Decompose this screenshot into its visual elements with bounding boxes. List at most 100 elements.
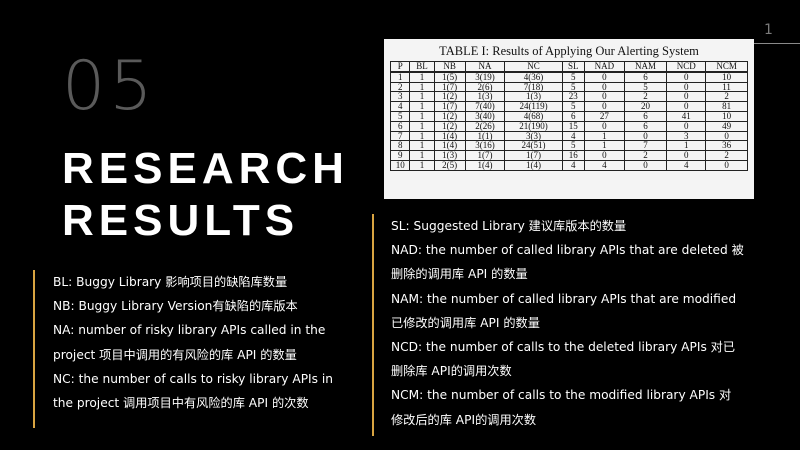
table-cell: 15 xyxy=(561,120,585,132)
table-cell: 16 xyxy=(561,150,585,161)
legend-line: BL: Buggy Library 影响项目的缺陷库数量 xyxy=(53,275,288,289)
table-cell: 49 xyxy=(705,120,748,132)
table-cell: 6 xyxy=(623,110,668,122)
legend-line: 已修改的调用库 API 的数量 xyxy=(391,315,540,330)
legend-line: 删除库 API的调用次数 xyxy=(391,364,512,379)
legend-line: project 项目中调用的有风险的库 API 的数量 xyxy=(53,347,297,362)
table-cell: 5 xyxy=(561,101,585,112)
table-cell: 2 xyxy=(623,150,668,161)
legend-line: the project 调用项目中有风险的库 API 的次数 xyxy=(53,396,309,411)
table-cell: 10 xyxy=(705,71,748,83)
table-cell: 20 xyxy=(623,101,668,112)
table-caption: TABLE I: Results of Applying Our Alertin… xyxy=(439,44,699,58)
table-row: 1 1 1(5) 3(19) 4(36) 5 0 6 0 10 xyxy=(389,71,748,83)
table-row: 6 1 1(2) 2(26) 21(190) 15 0 6 0 49 xyxy=(389,120,748,132)
table-header-cell: NCD xyxy=(666,60,707,73)
legend-right: SL: Suggested Library 建议库版本的数量 NAD: the n… xyxy=(372,214,772,436)
table-cell: 1 xyxy=(409,71,435,83)
table-row: 9 1 1(3) 1(7) 1(7) 16 0 2 0 2 xyxy=(389,150,748,161)
table-cell: 4 xyxy=(389,101,411,112)
table-row: 10 1 2(5) 1(4) 1(4) 4 4 0 4 0 xyxy=(389,159,748,171)
table-cell: 1 xyxy=(389,71,411,83)
table-cell: 0 xyxy=(583,71,625,83)
legend-line: 删除的调用库 API 的数量 xyxy=(391,267,528,282)
table-cell: 1 xyxy=(409,110,435,122)
table-cell: 1(3) xyxy=(433,150,466,161)
legend-line: NCD: the number of calls to the deleted … xyxy=(391,340,736,355)
table-cell: 5 xyxy=(389,110,411,122)
results-table: P BL NB NA NC SL NAD NAM NCD NCM 1 1 1(5) 3(19) 4(36)… xyxy=(389,60,748,171)
table-cell: 0 xyxy=(666,150,707,161)
table-cell: 4 xyxy=(666,159,707,171)
table-cell: 0 xyxy=(666,71,707,83)
table-cell: 4(36) xyxy=(504,71,563,83)
table-cell: 24(119) xyxy=(504,101,563,112)
results-table-figure: TABLE I: Results of Applying Our Alertin… xyxy=(384,39,754,199)
table-cell: 0 xyxy=(583,150,625,161)
table-cell: 10 xyxy=(389,159,411,171)
table-header-cell: P xyxy=(389,60,411,73)
table-cell: 1(7) xyxy=(504,150,563,161)
table-cell: 0 xyxy=(623,159,668,171)
table-row: 5 1 1(2) 3(40) 4(68) 6 27 6 41 10 xyxy=(389,110,748,122)
legend-line: NB: Buggy Library Version有缺陷的库版本 xyxy=(53,299,298,314)
table-header-row: P BL NB NA NC SL NAD NAM NCD NCM xyxy=(389,60,748,73)
table-header-cell: NAD xyxy=(583,60,625,73)
table-cell: 1(7) xyxy=(464,150,506,161)
legend-left: BL: Buggy Library 影响项目的缺陷库数量 NB: Buggy Li… xyxy=(33,270,353,428)
table-cell: 1(4) xyxy=(504,159,563,171)
table-cell: 1 xyxy=(409,150,435,161)
table-cell: 3(40) xyxy=(464,110,506,122)
table-cell: 2 xyxy=(705,150,748,161)
table-cell: 0 xyxy=(666,101,707,112)
table-cell: 0 xyxy=(583,120,625,132)
legend-line: NAM: the number of called library APIs t… xyxy=(391,291,737,306)
table-cell: 6 xyxy=(623,120,668,132)
table-cell: 7(40) xyxy=(464,101,506,112)
legend-line: NA: number of risky library APIs called … xyxy=(53,323,326,338)
table-cell: 0 xyxy=(583,101,625,112)
table-cell: 4 xyxy=(561,159,585,171)
table-cell: 4 xyxy=(583,159,625,171)
table-cell: 6 xyxy=(389,120,411,132)
table-cell: 81 xyxy=(705,101,748,112)
table-cell: 1(5) xyxy=(433,71,466,83)
table-cell: 1(4) xyxy=(464,159,506,171)
section-title-line1: RESEARCH xyxy=(62,144,349,193)
table-cell: 1 xyxy=(409,159,435,171)
table-cell: 1(2) xyxy=(433,120,466,132)
table-cell: 1 xyxy=(409,101,435,112)
section-title: RESEARCH RESULTS xyxy=(62,143,362,247)
table-cell: 3(19) xyxy=(464,71,506,83)
table-cell: 6 xyxy=(561,110,585,122)
section-title-line2: RESULTS xyxy=(62,196,300,245)
legend-line: 修改后的库 API的调用次数 xyxy=(391,412,537,427)
table-cell: 1(2) xyxy=(433,110,466,122)
legend-line: NAD: the number of called library APIs t… xyxy=(391,243,744,258)
table-cell: 0 xyxy=(705,159,748,171)
table-row: 4 1 1(7) 7(40) 24(119) 5 0 20 0 81 xyxy=(389,101,748,112)
table-cell: 41 xyxy=(666,110,707,122)
table-header-cell: NAM xyxy=(623,60,668,73)
table-header-cell: NB xyxy=(433,60,466,73)
legend-line: SL: Suggested Library 建议库版本的数量 xyxy=(391,219,627,233)
slide-number: 1 xyxy=(764,22,773,38)
table-cell: 2(5) xyxy=(433,159,466,171)
legend-line: NCM: the number of calls to the modified… xyxy=(391,388,732,403)
table-header-cell: BL xyxy=(409,60,435,73)
legend-line: NC: the number of calls to risky library… xyxy=(53,371,333,386)
table-header-cell: NA xyxy=(464,60,506,73)
table-header-cell: SL xyxy=(561,60,585,73)
table-cell: 2(26) xyxy=(464,120,506,132)
table-cell: 9 xyxy=(389,150,411,161)
table-cell: 4(68) xyxy=(504,110,563,122)
table-cell: 0 xyxy=(666,120,707,132)
table-cell: 5 xyxy=(561,71,585,83)
table-cell: 1(7) xyxy=(433,101,466,112)
table-cell: 6 xyxy=(623,71,668,83)
table-cell: 27 xyxy=(583,110,625,122)
table-cell: 10 xyxy=(705,110,748,122)
table-cell: 21(190) xyxy=(504,120,563,132)
table-cell: 1 xyxy=(409,120,435,132)
table-header-cell: NCM xyxy=(705,60,748,73)
